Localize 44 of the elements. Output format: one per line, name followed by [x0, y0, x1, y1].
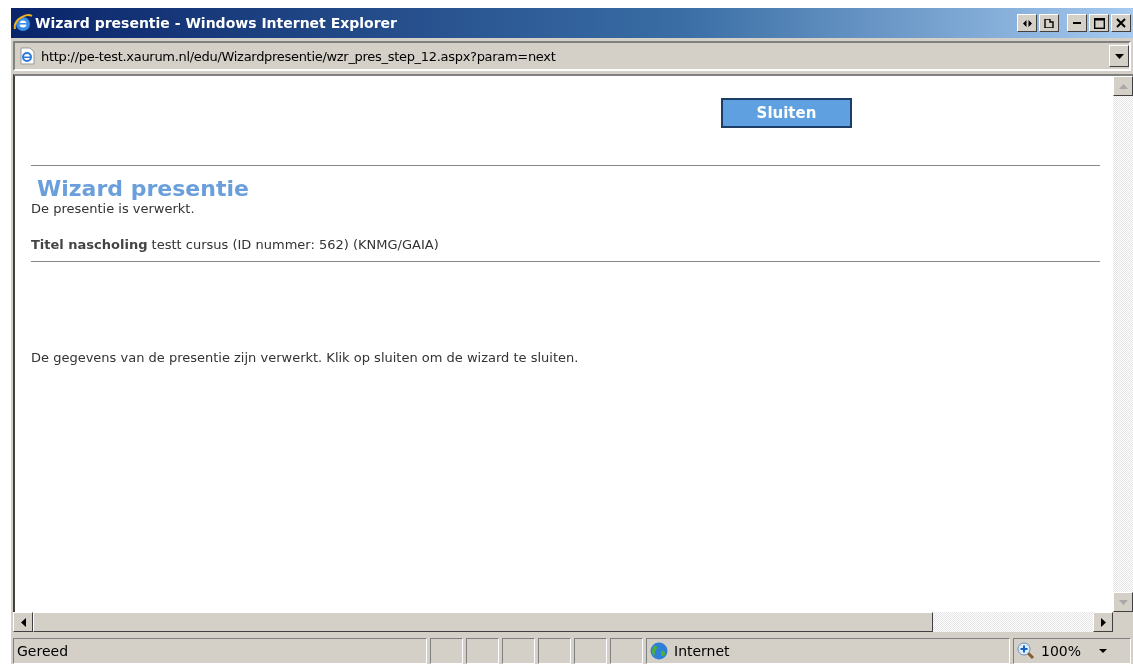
scroll-up-button[interactable]: [1113, 76, 1133, 96]
close-icon: [1116, 18, 1126, 28]
resize-button[interactable]: [1017, 14, 1037, 32]
left-arrow-icon: [20, 617, 26, 627]
caret-icon: [1114, 53, 1124, 59]
minimize-icon: [1073, 22, 1081, 24]
page-icon: [19, 47, 35, 65]
scroll-right-button[interactable]: [1093, 612, 1113, 632]
status-text: Gereed: [13, 638, 427, 664]
zone-text: Internet: [674, 643, 730, 659]
address-field[interactable]: http://pe-test.xaurum.nl/edu/Wizardpresentie/wzr_pres_step_12.aspx?param=next: [13, 41, 1131, 71]
minimize-button[interactable]: [1067, 14, 1087, 32]
double-arrow-icon: [1022, 19, 1032, 27]
page-heading: Wizard presentie: [37, 176, 250, 201]
scroll-thumb[interactable]: [33, 612, 933, 632]
status-panel: [430, 638, 463, 664]
url-text: http://pe-test.xaurum.nl/edu/Wizardpresentie/wzr_pres_step_12.aspx?param=next: [41, 48, 557, 64]
close-button[interactable]: [1111, 14, 1131, 32]
dropdown-button[interactable]: [1109, 45, 1129, 67]
maximize-icon: [1093, 17, 1105, 29]
down-arrow-icon: [1118, 599, 1128, 605]
status-panel: [502, 638, 535, 664]
status-panel: [466, 638, 499, 664]
window-title: Wizard presentie - Windows Internet Explorer: [35, 15, 399, 31]
zoom-icon: [1017, 642, 1035, 660]
caret-icon: [1099, 649, 1108, 653]
horizontal-scrollbar[interactable]: [13, 612, 1113, 632]
detach-button[interactable]: [1039, 14, 1059, 32]
status-panel: [574, 638, 607, 664]
scroll-left-button[interactable]: [13, 612, 33, 632]
course-title-text: Titel nascholing testt cursus (ID nummer: 562) (KNMG/GAIA): [31, 237, 440, 252]
zoom-level: 100%: [1041, 643, 1082, 659]
up-arrow-icon: [1118, 83, 1128, 89]
status-panel: [538, 638, 571, 664]
info-text: De gegevens van de presentie zijn verwerkt. Klik op sluiten om de wizard te sluiten.: [31, 350, 580, 365]
vertical-scrollbar[interactable]: [1113, 76, 1133, 612]
scroll-down-button[interactable]: [1113, 592, 1133, 612]
browser-logo-icon: [13, 13, 33, 33]
status-panel: [610, 638, 643, 664]
zoom-control[interactable]: 100%: [1013, 638, 1131, 664]
globe-icon: [650, 642, 668, 660]
maximize-button[interactable]: [1089, 14, 1109, 32]
right-arrow-icon: [1100, 617, 1106, 627]
status-message: De presentie is verwerkt.: [31, 201, 196, 216]
